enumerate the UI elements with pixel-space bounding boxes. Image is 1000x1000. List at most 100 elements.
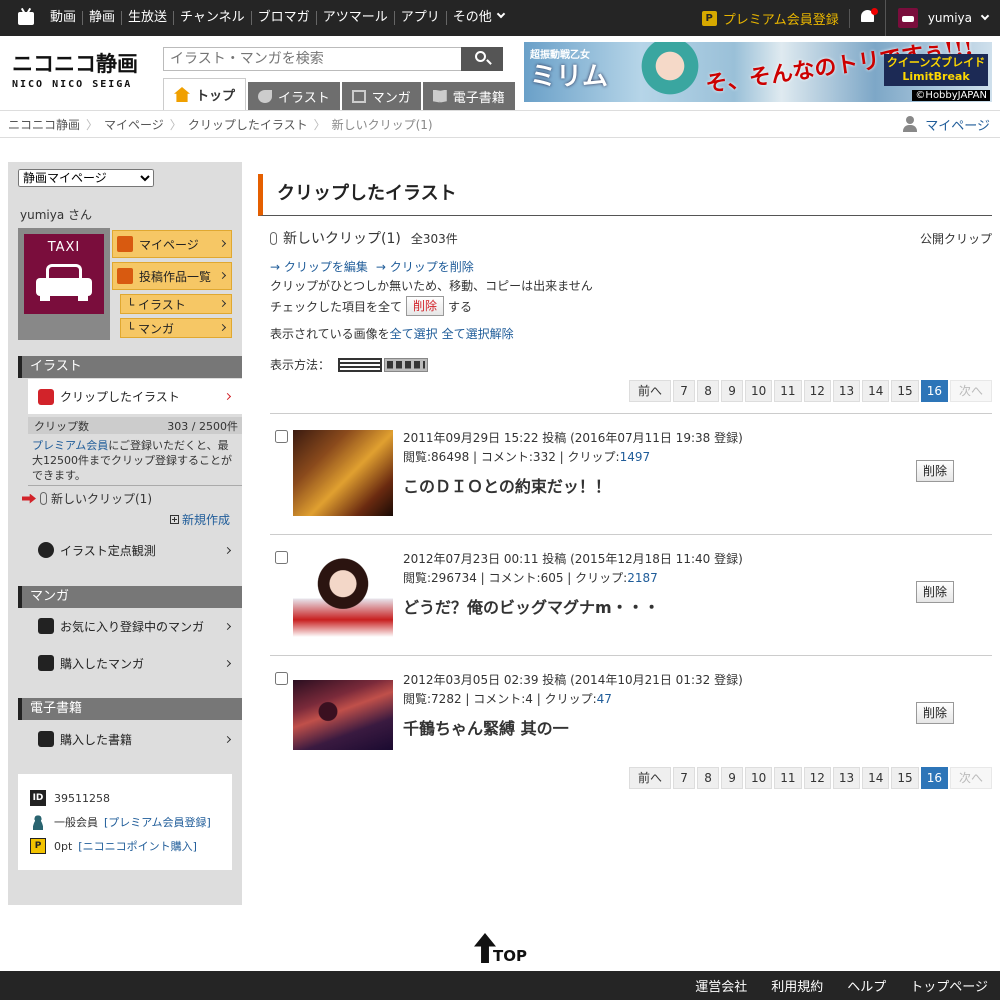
- sidebar-item-bought-manga[interactable]: 購入したマンガ: [28, 651, 242, 675]
- footer-link-help[interactable]: ヘルプ: [835, 976, 898, 995]
- nav-douga[interactable]: 動画: [44, 11, 82, 25]
- item-title[interactable]: 千鶴ちゃん緊縛 其の一: [403, 715, 569, 739]
- nav-live[interactable]: 生放送: [121, 11, 173, 25]
- pager-page[interactable]: 11: [774, 380, 802, 402]
- pager-prev[interactable]: 前へ: [629, 767, 672, 789]
- illust-thumbnail[interactable]: [293, 680, 393, 750]
- tab-top[interactable]: トップ: [163, 78, 247, 110]
- item-delete-button[interactable]: 削除: [915, 702, 954, 724]
- pager-page[interactable]: 11: [774, 767, 802, 789]
- premium-register-sidebar-link[interactable]: [プレミアム会員登録]: [104, 814, 211, 830]
- sidebar-item-clipped-illust[interactable]: クリップしたイラスト: [28, 379, 242, 414]
- nav-more[interactable]: その他: [445, 9, 510, 25]
- item-checkbox[interactable]: [275, 551, 288, 564]
- niconico-tv-icon[interactable]: [18, 11, 34, 25]
- ad-banner[interactable]: 超振動戦乙女 ミリム そ、そんなのトリですぅ!!! クイーンズブレイド Limi…: [524, 42, 992, 102]
- tab-illust[interactable]: イラスト: [248, 82, 340, 110]
- item-stats-text: 閲覧:296734 | コメント:605 | クリップ:: [403, 571, 628, 585]
- sidebar-item-fixed-point[interactable]: イラスト定点観測: [28, 538, 242, 562]
- pager-page[interactable]: 13: [832, 380, 861, 402]
- premium-member-link[interactable]: プレミアム会員: [32, 439, 108, 452]
- home-icon: [174, 87, 190, 102]
- niconico-seiga-logo[interactable]: ニコニコ静画 NICO NICO SEIGA: [12, 48, 142, 98]
- item-delete-button[interactable]: 削除: [915, 581, 954, 603]
- bulk-delete-button[interactable]: 削除: [406, 296, 445, 316]
- pager-prev[interactable]: 前へ: [629, 380, 672, 402]
- buy-points-link[interactable]: [ニコニコポイント購入]: [78, 838, 197, 854]
- item-checkbox[interactable]: [275, 672, 288, 685]
- chevron-down-icon: [980, 11, 990, 21]
- pager-page[interactable]: 9: [721, 380, 744, 402]
- footer-link-top[interactable]: トップページ: [898, 976, 1000, 995]
- nav-blomaga[interactable]: ブロマガ: [250, 11, 316, 25]
- sidebar-new-clip[interactable]: 新しいクリップ(1): [22, 490, 152, 507]
- mypage-select[interactable]: 静画マイページ: [18, 169, 154, 187]
- pager-page[interactable]: 15: [891, 767, 919, 789]
- item-clip-count[interactable]: 1497: [620, 450, 651, 464]
- back-to-top-button[interactable]: TOP: [474, 933, 530, 967]
- item-checkbox[interactable]: [275, 430, 288, 443]
- pager-page[interactable]: 9: [721, 767, 744, 789]
- item-delete-button[interactable]: 削除: [915, 460, 954, 482]
- footer-link-company[interactable]: 運営会社: [683, 976, 759, 995]
- avatar[interactable]: TAXI: [18, 228, 110, 340]
- list-view-button[interactable]: [338, 357, 383, 372]
- nav-atsumaru[interactable]: アツマール: [315, 11, 394, 25]
- pager-page[interactable]: 10: [745, 767, 773, 789]
- deselect-all-link[interactable]: 全て選択解除: [442, 325, 514, 342]
- select-all-link[interactable]: 全て選択: [390, 325, 438, 342]
- sidebar-item-fav-manga[interactable]: お気に入り登録中のマンガ: [28, 614, 242, 638]
- search-input[interactable]: [164, 48, 460, 70]
- sidebar-username: yumiya さん: [20, 208, 93, 222]
- chevron-right-icon: [223, 392, 232, 401]
- plus-icon: [169, 515, 179, 524]
- pager-page[interactable]: 8: [697, 767, 720, 789]
- pager-current[interactable]: 16: [920, 380, 948, 402]
- item-title[interactable]: このＤＩＯとの約束だッ！！: [403, 473, 611, 497]
- pager-page[interactable]: 7: [673, 380, 696, 402]
- search-button[interactable]: [461, 47, 503, 71]
- illust-thumbnail[interactable]: [293, 430, 393, 516]
- pager-page[interactable]: 7: [673, 767, 696, 789]
- pager-page[interactable]: 14: [862, 767, 890, 789]
- premium-register-label: プレミアム会員登録: [722, 12, 839, 28]
- pager-page[interactable]: 10: [745, 380, 773, 402]
- edit-clip-link[interactable]: → クリップを編集: [270, 258, 368, 275]
- sidebar-posts-button[interactable]: 投稿作品一覧: [112, 262, 232, 290]
- illust-thumbnail[interactable]: [293, 551, 393, 637]
- pager-page[interactable]: 15: [891, 380, 919, 402]
- item-clip-count[interactable]: 47: [597, 692, 612, 706]
- breadcrumb-mypage[interactable]: マイページ: [104, 116, 164, 133]
- pager-page[interactable]: 13: [832, 767, 861, 789]
- notification-bell-icon[interactable]: [850, 0, 886, 36]
- tab-ebook[interactable]: 電子書籍: [422, 82, 515, 110]
- item-clip-count[interactable]: 2187: [627, 571, 658, 585]
- sidebar-posts-illust-button[interactable]: └ イラスト: [120, 294, 232, 314]
- new-clip-create-link[interactable]: 新規作成: [169, 511, 230, 528]
- pager-page[interactable]: 14: [862, 380, 890, 402]
- pager-page[interactable]: 12: [803, 767, 831, 789]
- chevron-down-icon: [496, 9, 505, 19]
- grid-view-button[interactable]: [384, 357, 429, 372]
- breadcrumb-seiga[interactable]: ニコニコ静画: [8, 116, 80, 133]
- nav-channel[interactable]: チャンネル: [173, 11, 251, 25]
- mypage-link[interactable]: マイページ: [903, 111, 990, 137]
- item-title[interactable]: どうだ？俺のビッグマグナm・・・: [403, 594, 660, 618]
- premium-register-link[interactable]: P プレミアム会員登録: [701, 8, 850, 28]
- delete-clip-link[interactable]: → クリップを削除: [376, 258, 474, 275]
- user-menu[interactable]: yumiya: [886, 0, 1000, 36]
- sidebar-mypage-button[interactable]: マイページ: [112, 230, 232, 258]
- pager-page[interactable]: 8: [697, 380, 720, 402]
- footer-link-terms[interactable]: 利用規約: [759, 976, 835, 995]
- tab-manga[interactable]: マンガ: [341, 82, 421, 110]
- pager-page[interactable]: 12: [803, 380, 831, 402]
- pager-current[interactable]: 16: [920, 767, 948, 789]
- main-content: クリップしたイラスト 新しいクリップ(1) 全303件 公開クリップ → クリッ…: [258, 162, 992, 922]
- avatar-text: TAXI: [47, 240, 81, 255]
- sidebar-posts-manga-button[interactable]: └ マンガ: [120, 318, 232, 338]
- nav-seiga[interactable]: 静画: [82, 11, 121, 25]
- sidebar-item-bought-books[interactable]: 購入した書籍: [28, 727, 242, 751]
- sidebar-item-fixed-point-label: イラスト定点観測: [60, 543, 156, 558]
- breadcrumb-clipped[interactable]: クリップしたイラスト: [188, 116, 308, 133]
- nav-app[interactable]: アプリ: [393, 11, 446, 25]
